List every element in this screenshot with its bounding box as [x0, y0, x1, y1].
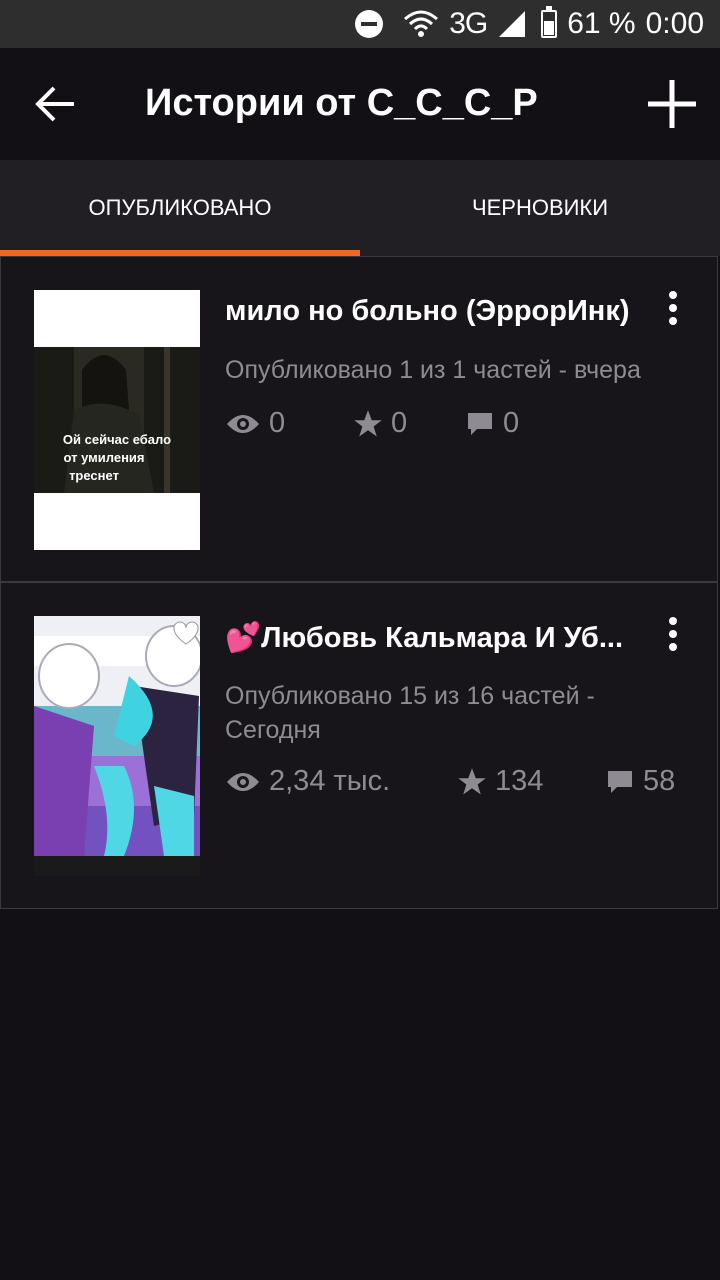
comments-count: 0 — [503, 407, 520, 439]
star-icon — [458, 767, 486, 794]
svg-text:треснет: треснет — [69, 468, 119, 483]
votes-stat: 134 — [457, 765, 605, 798]
tab-bar: ОПУБЛИКОВАНО ЧЕРНОВИКИ — [0, 160, 720, 256]
views-count: 0 — [269, 407, 286, 439]
votes-stat: 0 — [353, 407, 465, 440]
story-cover-image[interactable] — [34, 616, 200, 876]
views-count: 2,34 тыс. — [269, 765, 391, 797]
comment-icon — [608, 770, 632, 793]
status-bar: 3G 61 % 0:00 — [0, 0, 720, 48]
votes-count: 134 — [495, 765, 544, 797]
comments-count: 58 — [643, 765, 676, 797]
comment-icon — [468, 412, 492, 435]
star-icon — [354, 409, 382, 436]
tab-published[interactable]: ОПУБЛИКОВАНО — [0, 160, 360, 256]
page-title: Истории от С_С_С_Р — [145, 82, 538, 124]
eye-icon — [227, 414, 259, 433]
clock: 0:00 — [645, 7, 704, 40]
more-options-icon[interactable] — [661, 287, 685, 327]
votes-count: 0 — [391, 407, 408, 439]
more-options-icon[interactable] — [661, 613, 685, 653]
story-card[interactable]: Ой сейчас ебало от умиления треснет мило… — [0, 256, 718, 582]
app-bar: Истории от С_С_С_Р — [0, 48, 720, 160]
story-title[interactable]: 💕Любовь Кальмара И Уб... — [225, 621, 645, 655]
do-not-disturb-icon — [355, 10, 384, 38]
signal-icon — [499, 11, 526, 37]
views-stat: 2,34 тыс. — [225, 765, 457, 798]
back-arrow-icon[interactable] — [34, 84, 78, 124]
story-title[interactable]: мило но больно (ЭррорИнк) — [225, 295, 645, 328]
comments-stat: 0 — [465, 407, 519, 440]
wifi-icon — [404, 10, 439, 37]
cover-caption: Ой сейчас ебало — [63, 432, 171, 447]
story-stats: 0 0 0 — [225, 407, 519, 440]
battery-level: 61 % — [567, 7, 636, 40]
views-stat: 0 — [225, 407, 353, 440]
story-cover-image[interactable]: Ой сейчас ебало от умиления треснет — [34, 290, 200, 550]
tab-drafts[interactable]: ЧЕРНОВИКИ — [360, 160, 720, 256]
battery-icon — [541, 6, 558, 38]
add-story-icon[interactable] — [646, 78, 698, 130]
eye-icon — [227, 772, 259, 791]
svg-text:от умиления: от умиления — [63, 450, 144, 465]
comments-stat: 58 — [605, 765, 675, 798]
status-icons: 3G 61 % 0:00 — [355, 0, 704, 48]
network-type: 3G — [449, 7, 488, 40]
story-stats: 2,34 тыс. 134 58 — [225, 765, 675, 798]
publish-status: Опубликовано 1 из 1 частей - вчера — [225, 356, 641, 384]
publish-status: Опубликовано 15 из 16 частей - Сегодня — [225, 682, 595, 744]
story-card[interactable]: 💕Любовь Кальмара И Уб... Опубликовано 15… — [0, 582, 718, 909]
